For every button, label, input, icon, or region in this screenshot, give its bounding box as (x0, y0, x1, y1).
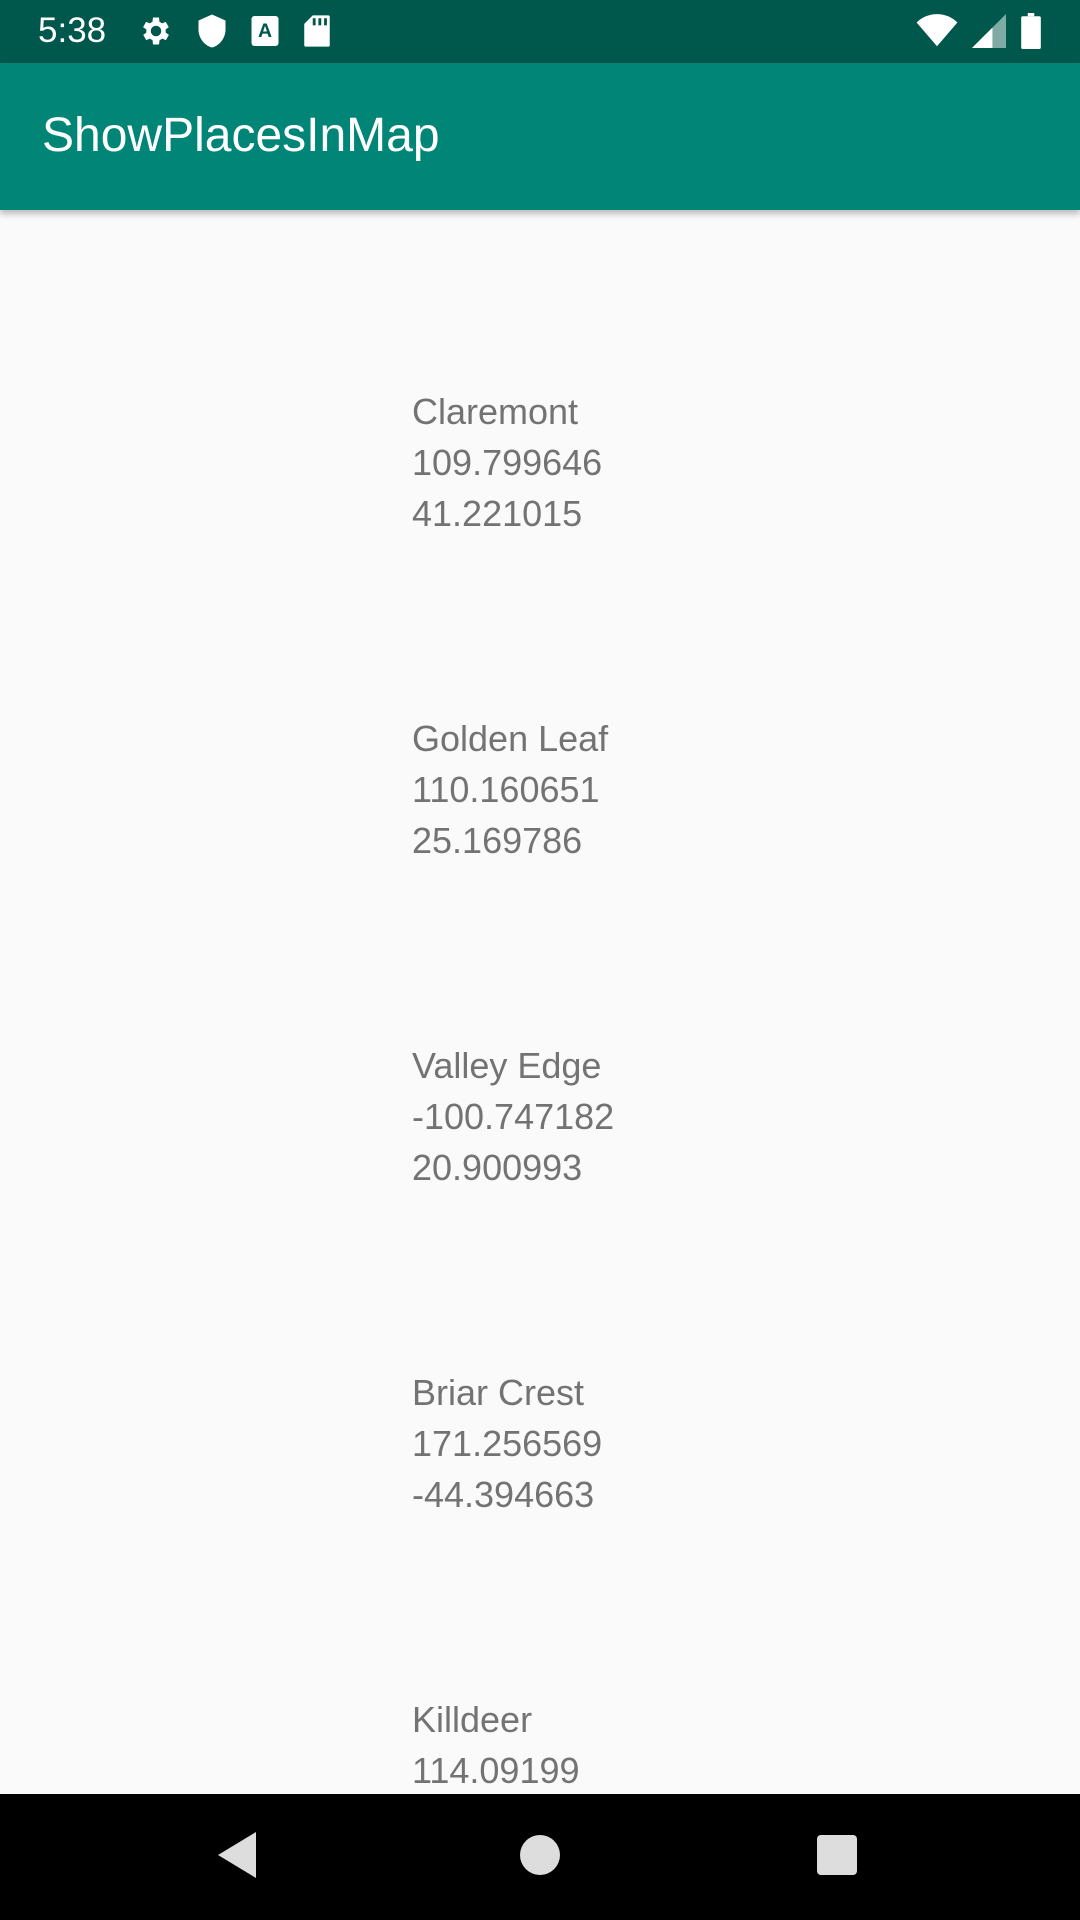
place-name: Briar Crest (412, 1372, 585, 1413)
place-longitude: -100.747182 (412, 1096, 615, 1137)
list-item[interactable]: Valley Edge -100.747182 20.900993 (0, 864, 1080, 1191)
place-latitude: 20.900993 (412, 1147, 583, 1188)
list-item[interactable]: Briar Crest 171.256569 -44.394663 (0, 1191, 1080, 1518)
navigation-bar (0, 1794, 1080, 1920)
svg-text:A: A (258, 20, 272, 42)
home-button[interactable] (460, 1794, 620, 1920)
shield-icon (196, 13, 228, 53)
recents-icon (817, 1835, 857, 1879)
back-button[interactable] (158, 1794, 318, 1920)
place-name: Valley Edge (412, 1045, 602, 1086)
home-icon (520, 1835, 560, 1879)
place-longitude: 171.256569 (412, 1423, 603, 1464)
battery-icon (1020, 13, 1042, 53)
place-latitude: 25.169786 (412, 820, 583, 861)
list-item[interactable]: Claremont 109.799646 41.221015 (0, 210, 1080, 537)
cell-signal-icon (972, 14, 1006, 52)
app-bar: ShowPlacesInMap (0, 63, 1080, 210)
place-longitude: 110.160651 (412, 769, 600, 810)
place-longitude: 109.799646 (412, 442, 603, 483)
place-name: Killdeer (412, 1699, 533, 1740)
places-list: Claremont 109.799646 41.221015 Golden Le… (0, 210, 1080, 1794)
place-text: Valley Edge -100.747182 20.900993 (412, 1040, 614, 1193)
sd-card-icon (302, 14, 332, 52)
place-latitude: -44.394663 (412, 1474, 595, 1515)
list-item[interactable]: Killdeer 114.09199 (0, 1518, 1080, 1794)
place-text: Killdeer 114.09199 (412, 1694, 580, 1794)
place-text: Golden Leaf 110.160651 25.169786 (412, 713, 608, 866)
place-latitude: 41.221015 (412, 493, 583, 534)
wifi-icon (916, 14, 958, 52)
list-item[interactable]: Golden Leaf 110.160651 25.169786 (0, 537, 1080, 864)
back-icon (218, 1832, 258, 1882)
a-text-icon: A (250, 14, 280, 52)
recents-button[interactable] (757, 1794, 917, 1920)
place-text: Briar Crest 171.256569 -44.394663 (412, 1367, 602, 1520)
gear-icon (138, 13, 174, 53)
status-time: 5:38 (38, 11, 107, 50)
place-name: Claremont (412, 391, 579, 432)
places-list-container[interactable]: Claremont 109.799646 41.221015 Golden Le… (0, 210, 1080, 1794)
place-name: Golden Leaf (412, 718, 609, 759)
status-bar: 5:38 A (0, 0, 1080, 63)
place-longitude: 114.09199 (412, 1750, 580, 1791)
place-text: Claremont 109.799646 41.221015 (412, 386, 602, 539)
status-icons-left: A (138, 13, 332, 53)
app-title: ShowPlacesInMap (42, 109, 440, 162)
status-icons-right (916, 13, 1042, 53)
